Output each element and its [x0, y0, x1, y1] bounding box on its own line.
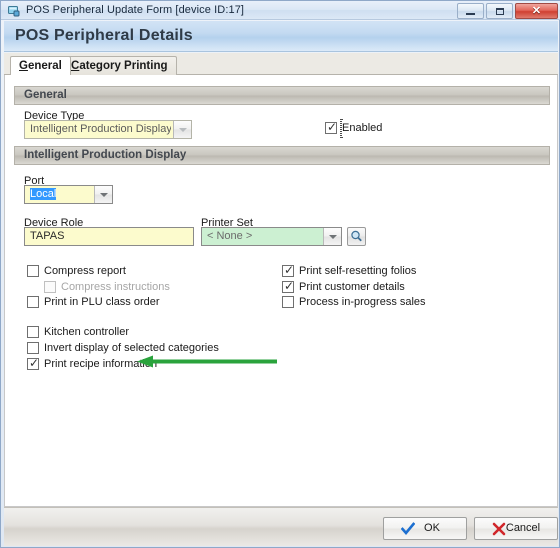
cancel-button[interactable]: Cancel	[474, 517, 558, 540]
page-title: POS Peripheral Details	[15, 27, 193, 44]
group-header-device: Intelligent Production Display	[14, 146, 550, 165]
port-combo[interactable]: Local	[24, 185, 113, 204]
print-self-resetting-folios-label: Print self-resetting folios	[299, 265, 417, 277]
process-in-progress-sales-checkbox-box	[282, 296, 294, 308]
window-controls: ✕	[457, 3, 558, 19]
title-bar[interactable]: POS Peripheral Update Form [device ID:17…	[1, 1, 560, 20]
check-icon: ✓	[29, 356, 40, 370]
print-plu-class-order-label: Print in PLU class order	[44, 296, 160, 308]
device-type-value: Intelligent Production Display	[30, 123, 171, 135]
compress-instructions-label: Compress instructions	[61, 281, 170, 293]
tab-general[interactable]: General	[10, 56, 71, 76]
check-icon: ✓	[284, 263, 295, 277]
group-header-general: General	[14, 86, 550, 105]
print-customer-details-checkbox-box: ✓	[282, 279, 295, 293]
kitchen-controller-checkbox-box	[27, 326, 39, 338]
tab-general-accel: G	[19, 60, 28, 72]
cancel-button-label: Cancel	[505, 522, 541, 534]
enabled-checkbox-box: ✓	[325, 120, 338, 134]
close-icon: ✕	[531, 5, 542, 17]
compress-report-checkbox-box	[27, 265, 39, 277]
print-customer-details-label: Print customer details	[299, 281, 405, 293]
kitchen-controller-label: Kitchen controller	[44, 326, 129, 338]
tab-general-label: eneral	[27, 60, 62, 72]
minimize-icon	[466, 13, 475, 15]
group-header-device-label: Intelligent Production Display	[24, 149, 187, 161]
app-window-icon	[8, 5, 21, 17]
chevron-down-icon	[94, 186, 112, 203]
check-icon: ✓	[327, 120, 338, 134]
form-panel: General Device Type Intelligent Producti…	[4, 75, 558, 507]
chevron-down-icon	[173, 121, 191, 138]
close-button[interactable]: ✕	[515, 3, 558, 19]
maximize-button[interactable]	[486, 3, 513, 19]
window-title: POS Peripheral Update Form [device ID:17…	[26, 4, 245, 16]
ok-button[interactable]: OK	[383, 517, 467, 540]
printer-set-value: < None >	[207, 230, 253, 242]
dialog-footer: OK Cancel	[4, 507, 558, 546]
device-type-combo[interactable]: Intelligent Production Display	[24, 120, 192, 139]
printer-set-browse-button[interactable]	[347, 227, 366, 246]
tab-strip: General Category Printing	[4, 53, 558, 76]
tab-category-printing-label: ategory Printing	[79, 60, 168, 72]
application-window: POS Peripheral Update Form [device ID:17…	[0, 0, 560, 548]
print-plu-class-order-checkbox-box	[27, 296, 39, 308]
process-in-progress-sales-label: Process in-progress sales	[299, 296, 426, 308]
page-header-banner: POS Peripheral Details	[4, 21, 558, 52]
invert-display-categories-checkbox-box	[27, 342, 39, 354]
print-recipe-information-checkbox-box: ✓	[27, 356, 40, 370]
maximize-icon	[496, 8, 504, 15]
magnifier-icon	[351, 230, 362, 242]
tab-category-printing[interactable]: Category Printing	[62, 56, 177, 75]
compress-report-label: Compress report	[44, 265, 126, 277]
device-role-value: TAPAS	[30, 230, 65, 242]
enabled-checkbox-label: Enabled	[342, 122, 383, 134]
printer-set-combo[interactable]: < None >	[201, 227, 342, 246]
print-self-resetting-folios-checkbox-box: ✓	[282, 263, 295, 277]
invert-display-categories-label: Invert display of selected categories	[44, 342, 219, 354]
check-icon: ✓	[284, 279, 295, 293]
print-recipe-information-label: Print recipe information	[44, 358, 158, 370]
chevron-down-icon	[323, 228, 341, 245]
ok-button-label: OK	[424, 522, 440, 534]
port-value: Local	[30, 186, 92, 203]
compress-instructions-checkbox-box	[44, 281, 56, 293]
port-value-text: Local	[30, 188, 57, 200]
focus-indicator	[340, 119, 342, 138]
minimize-button[interactable]	[457, 3, 484, 19]
device-role-input[interactable]: TAPAS	[24, 227, 194, 246]
group-header-general-label: General	[24, 89, 67, 101]
